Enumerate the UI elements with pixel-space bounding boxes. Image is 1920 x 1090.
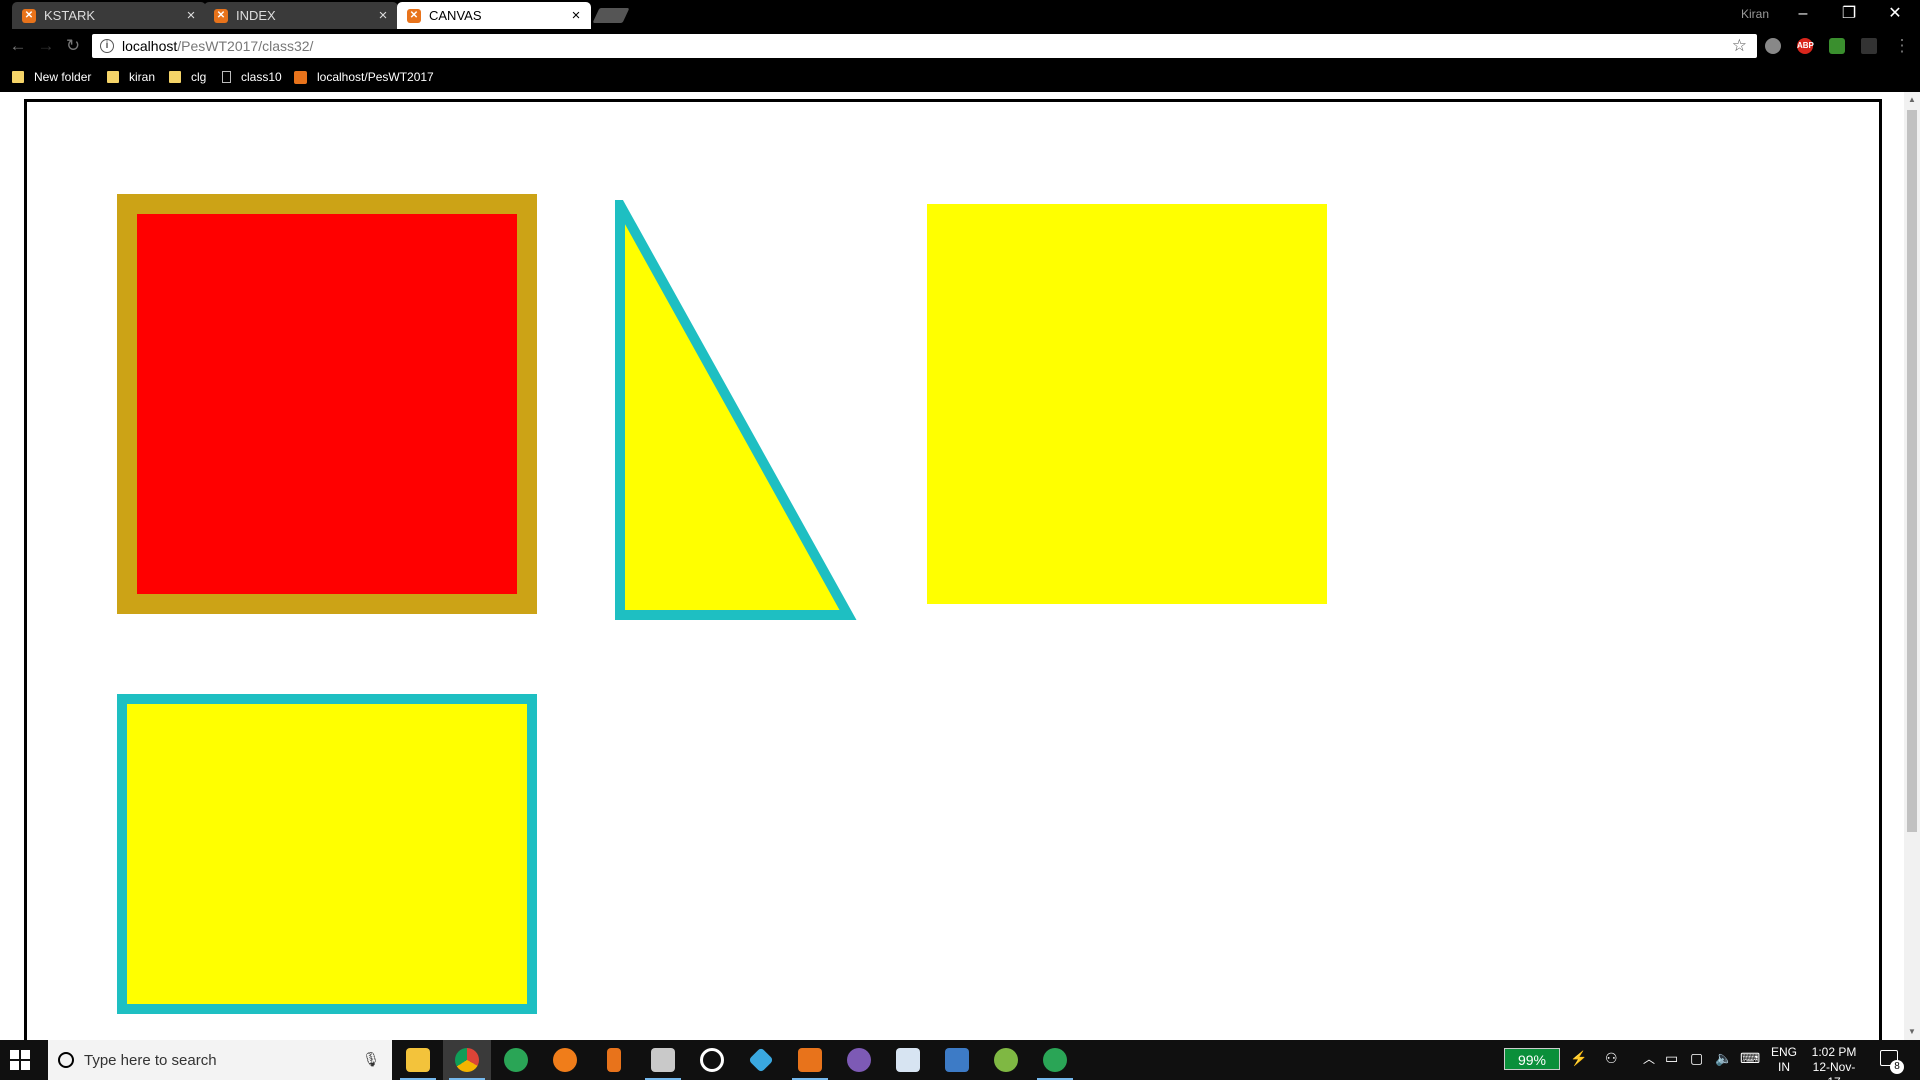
shield-icon[interactable] [1765,38,1781,54]
notepad-icon[interactable] [884,1040,932,1080]
notification-count: 8 [1890,1060,1904,1074]
windows-start-icon[interactable] [10,1050,30,1070]
bookmark-localhost[interactable]: localhost/PesWT2017 [294,70,434,84]
window-close-icon[interactable]: ✕ [1872,4,1918,26]
back-icon[interactable]: ← [8,36,28,56]
chrome-icon[interactable] [443,1040,491,1080]
bookmark-label: localhost/PesWT2017 [317,70,434,84]
cortana-icon [58,1052,74,1068]
globe-app-icon[interactable] [492,1040,540,1080]
network-app-icon[interactable] [1031,1040,1079,1080]
tab-title: INDEX [236,8,276,23]
xampp-icon: ✕ [22,8,36,23]
close-icon[interactable]: × [376,8,390,23]
language-region: IN [1778,1060,1790,1074]
file-explorer-icon[interactable] [394,1040,442,1080]
url-host: localhost [122,38,178,54]
power-plug-icon[interactable]: ⚡ [1570,1050,1587,1067]
android-icon[interactable] [982,1040,1030,1080]
close-icon[interactable]: × [184,8,198,23]
info-icon[interactable]: i [100,39,114,53]
bookmarks-bar: New folder kiran clg class10 localhost/P… [0,64,1920,92]
chevron-up-icon[interactable]: ︿ [1643,1050,1655,1067]
reload-icon[interactable]: ↻ [63,36,83,56]
scroll-down-icon[interactable]: ▼ [1904,1024,1920,1040]
tab-index[interactable]: ✕ INDEX × [204,2,398,29]
target-icon[interactable] [688,1040,736,1080]
clock-date: 12-Nov-17 [1812,1060,1856,1089]
tab-canvas[interactable]: ✕ CANVAS × [397,2,591,29]
system-clock[interactable]: 1:02 PM 12-Nov-17 [1806,1045,1862,1090]
new-tab-button[interactable] [592,8,630,23]
minimize-icon[interactable]: – [1780,4,1826,26]
network-icon[interactable]: ▢ [1690,1050,1703,1067]
page-viewport [0,92,1920,1059]
clock-time: 1:02 PM [1811,1045,1857,1059]
search-app-icon[interactable] [541,1040,589,1080]
bookmark-clg[interactable]: clg [169,70,206,84]
checklist-icon[interactable] [1829,38,1845,54]
control-panel-icon[interactable] [933,1040,981,1080]
bookmark-label: class10 [241,70,282,84]
bookmark-star-icon[interactable]: ☆ [1732,36,1747,56]
bookmark-label: clg [191,70,207,84]
tab-title: KSTARK [44,8,96,23]
volume-icon[interactable]: 🔈 [1715,1050,1732,1067]
folder-icon [169,71,181,83]
yellow-rectangle [117,694,537,1014]
bookmark-class10[interactable]: class10 [222,70,282,84]
language-indicator[interactable]: ENG IN [1771,1045,1797,1075]
restore-icon[interactable]: ❐ [1826,4,1872,26]
tab-strip: ✕ KSTARK × ✕ INDEX × ✕ CANVAS × Kiran – … [0,0,1920,29]
yellow-square [927,204,1327,604]
xampp-icon: ✕ [214,8,228,23]
sublime-icon[interactable] [590,1040,638,1080]
page-icon [222,71,231,83]
paint-icon[interactable] [639,1040,687,1080]
xampp-icon [294,70,307,84]
close-icon[interactable]: × [569,8,583,23]
people-icon[interactable]: ⚇ [1605,1050,1618,1067]
scroll-up-icon[interactable]: ▲ [1904,92,1920,108]
bookmark-label: New folder [34,70,92,84]
address-bar[interactable]: i localhost/PesWT2017/class32/ ☆ [92,34,1757,58]
taskbar-search[interactable]: Type here to search 🎙 [48,1040,392,1080]
windows-taskbar: Type here to search 🎙 99% ⚡ ⚇ ︿ ▭ ▢ 🔈 ⌨ … [0,1040,1920,1089]
tab-kstark[interactable]: ✕ KSTARK × [12,2,206,29]
forward-icon[interactable]: → [36,36,56,56]
yellow-triangle [615,200,857,620]
xampp-icon[interactable] [786,1040,834,1080]
battery-indicator[interactable]: 99% [1504,1048,1560,1070]
url-text[interactable]: localhost/PesWT2017/class32/ [122,38,313,54]
url-path: /PesWT2017/class32/ [177,38,314,54]
folder-icon [107,71,119,83]
bookmark-new-folder[interactable]: New folder [12,70,91,84]
vertical-scrollbar[interactable]: ▲ ▼ [1904,92,1920,1040]
battery-tray-icon[interactable]: ▭ [1665,1050,1678,1067]
search-placeholder: Type here to search [84,1051,217,1069]
drawing-canvas [24,99,1882,1059]
adblock-plus-icon[interactable]: ABP [1797,38,1814,54]
browser-toolbar: ← → ↻ i localhost/PesWT2017/class32/ ☆ A… [0,29,1920,64]
profile-name[interactable]: Kiran [1741,7,1769,21]
red-square [117,194,537,614]
keyboard-icon[interactable]: ⌨ [1740,1050,1760,1067]
bookmark-kiran[interactable]: kiran [107,70,155,84]
menu-icon[interactable]: ⋮ [1892,36,1912,56]
tab-title: CANVAS [429,8,482,23]
xampp-icon: ✕ [407,8,421,23]
microphone-icon[interactable]: 🎙 [362,1051,380,1068]
bookmark-label: kiran [129,70,156,84]
app-icon[interactable] [835,1040,883,1080]
language-code: ENG [1771,1045,1798,1059]
git-icon[interactable] [737,1040,785,1080]
scroll-thumb[interactable] [1907,110,1917,832]
folder-icon [12,71,24,83]
cast-icon[interactable] [1861,38,1877,54]
